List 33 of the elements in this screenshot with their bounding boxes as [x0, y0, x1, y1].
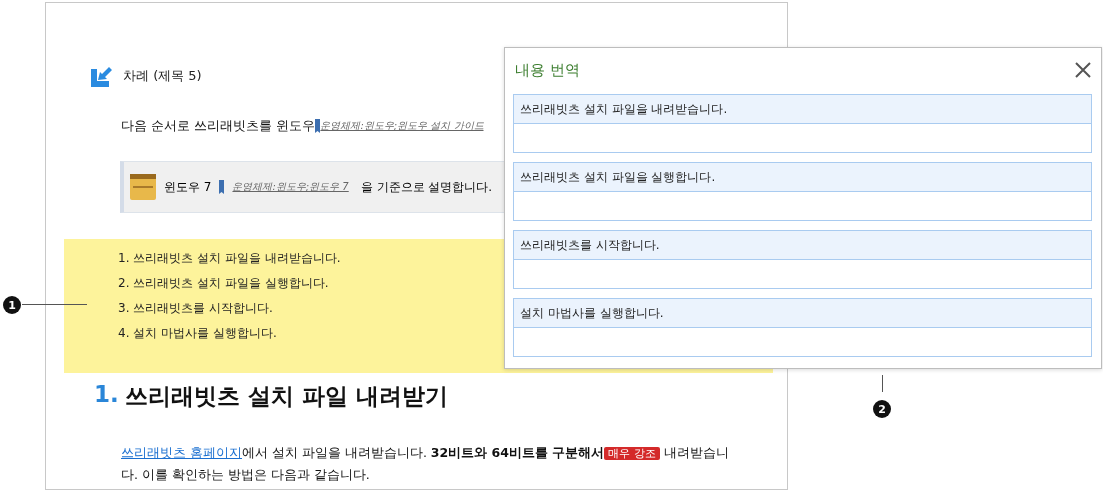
step-text: 1. 쓰리래빗츠 설치 파일을 내려받습니다. — [118, 250, 341, 267]
translation-field[interactable] — [513, 328, 1092, 357]
homepage-link[interactable]: 쓰리래빗츠 홈페이지 — [121, 445, 242, 460]
leader-line — [882, 375, 883, 392]
source-sentence: 쓰리래빗츠 설치 파일을 내려받습니다. — [513, 94, 1092, 124]
translation-field[interactable] — [513, 124, 1092, 153]
callout-marker: 1 — [3, 296, 21, 314]
step-text: 4. 설치 마법사를 실행합니다. — [118, 325, 277, 342]
leader-line — [22, 304, 87, 305]
emphasis-badge: 매우 강조 — [604, 447, 660, 460]
step-text: 2. 쓰리래빗츠 설치 파일을 실행합니다. — [118, 275, 329, 292]
translation-field[interactable] — [513, 192, 1092, 221]
index-tag: 운영체제:윈도우;윈도우 7 — [232, 180, 349, 194]
note-text: 을 기준으로 설명합니다. — [360, 178, 493, 196]
bookmark-icon — [315, 119, 321, 133]
panel-title: 내용 번역 — [515, 60, 580, 80]
step-text: 3. 쓰리래빗츠를 시작합니다. — [118, 300, 273, 317]
source-sentence: 쓰리래빗츠 설치 파일을 실행합니다. — [513, 162, 1092, 192]
callout-marker: 2 — [873, 400, 891, 418]
bookmark-icon — [219, 180, 225, 194]
toc-heading: 차례 (제목 5) — [123, 67, 202, 85]
heading-number: 1. — [94, 381, 119, 409]
index-tag: 운영체제:윈도우;윈도우 설치 가이드 — [320, 119, 484, 133]
arrow-box-icon — [91, 65, 113, 87]
notepad-icon — [130, 174, 156, 200]
source-sentence: 쓰리래빗츠를 시작합니다. — [513, 230, 1092, 260]
close-button[interactable] — [1074, 61, 1092, 79]
section-heading: 쓰리래빗츠 설치 파일 내려받기 — [124, 382, 448, 411]
body-text: 다음 순서로 쓰리래빗츠를 윈도우 — [121, 117, 316, 135]
translation-field[interactable] — [513, 260, 1092, 289]
source-sentence: 설치 마법사를 실행합니다. — [513, 298, 1092, 328]
body-paragraph: 쓰리래빗츠 홈페이지에서 설치 파일을 내려받습니다. 32비트와 64비트를 구분해서 매우 강조 내려받습니다. 이를 확인하는 방법은 다음과 같습니다. — [121, 444, 730, 484]
note-text: 윈도우 7 — [164, 178, 212, 196]
